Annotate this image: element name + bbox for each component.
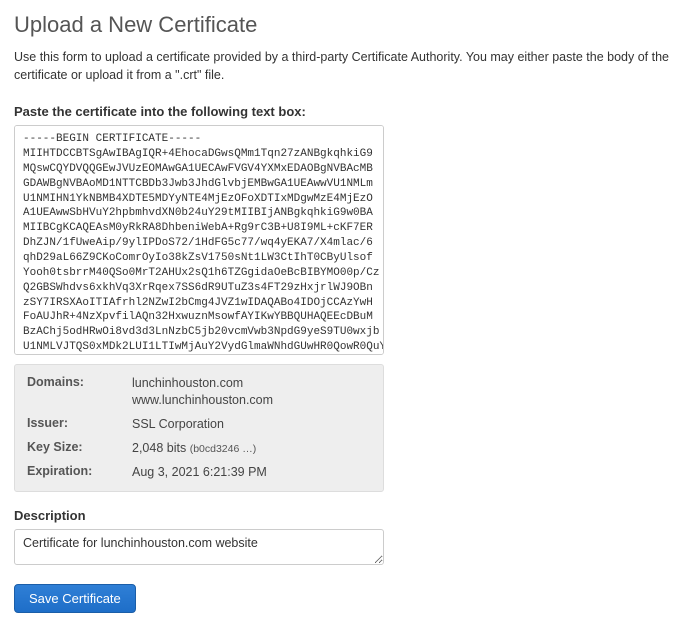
domain-2: www.lunchinhouston.com — [132, 392, 273, 409]
info-row-expiration: Expiration: Aug 3, 2021 6:21:39 PM — [27, 464, 371, 481]
info-row-issuer: Issuer: SSL Corporation — [27, 416, 371, 433]
keysize-hash: (b0cd3246 …) — [190, 443, 257, 455]
issuer-label: Issuer: — [27, 416, 132, 430]
save-certificate-button[interactable]: Save Certificate — [14, 584, 136, 613]
certificate-input[interactable] — [14, 125, 384, 355]
certificate-info-panel: Domains: lunchinhouston.com www.lunchinh… — [14, 364, 384, 491]
domains-label: Domains: — [27, 375, 132, 389]
page-intro: Use this form to upload a certificate pr… — [14, 48, 674, 84]
paste-label: Paste the certificate into the following… — [14, 104, 674, 119]
info-row-keysize: Key Size: 2,048 bits (b0cd3246 …) — [27, 440, 371, 457]
description-label: Description — [14, 508, 674, 523]
expiration-value: Aug 3, 2021 6:21:39 PM — [132, 464, 267, 481]
issuer-value: SSL Corporation — [132, 416, 224, 433]
keysize-bits: 2,048 bits — [132, 441, 186, 455]
keysize-label: Key Size: — [27, 440, 132, 454]
info-row-domains: Domains: lunchinhouston.com www.lunchinh… — [27, 375, 371, 409]
page-title: Upload a New Certificate — [14, 12, 674, 38]
description-input[interactable] — [14, 529, 384, 565]
domains-value: lunchinhouston.com www.lunchinhouston.co… — [132, 375, 273, 409]
keysize-value: 2,048 bits (b0cd3246 …) — [132, 440, 256, 457]
expiration-label: Expiration: — [27, 464, 132, 478]
domain-1: lunchinhouston.com — [132, 375, 273, 392]
